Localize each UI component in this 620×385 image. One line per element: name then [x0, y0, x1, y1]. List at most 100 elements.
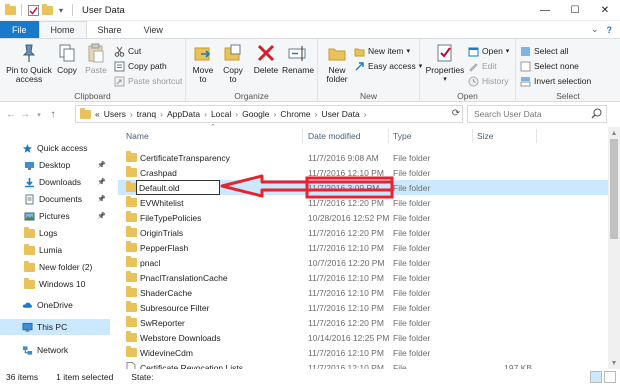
collapse-ribbon-icon[interactable]: ⌄: [591, 24, 599, 35]
file-row[interactable]: pnacl 10/7/2016 12:20 PM File folder: [118, 255, 608, 270]
file-name: SwReporter: [140, 317, 185, 328]
forward-arrow-icon[interactable]: →: [18, 109, 32, 120]
file-row[interactable]: Crashpad 11/7/2016 12:10 PM File folder: [118, 165, 608, 180]
folder-icon: [126, 150, 137, 165]
select-none-button[interactable]: Select none: [520, 59, 579, 73]
easy-access-button[interactable]: Easy access ▾: [354, 59, 422, 73]
back-arrow-icon[interactable]: ←: [4, 109, 18, 120]
pin-to-quick-access-button[interactable]: Pin to Quick access: [4, 42, 54, 84]
delete-button[interactable]: Delete: [252, 42, 280, 75]
file-name: Subresource Filter: [140, 302, 210, 313]
column-size[interactable]: Size: [477, 127, 494, 145]
dropdown-arrow-icon: ▾: [505, 48, 510, 55]
copy-path-icon: [114, 61, 125, 72]
breadcrumb-users[interactable]: Users: [104, 109, 126, 119]
history-button[interactable]: History: [468, 74, 508, 88]
close-button[interactable]: ✕: [590, 0, 620, 21]
customize-toolbar-icon[interactable]: ▾: [55, 4, 67, 16]
nav-item-label: Downloads: [39, 177, 82, 187]
new-folder-button[interactable]: New folder: [322, 42, 352, 84]
copy-path-button[interactable]: Copy path: [114, 59, 167, 73]
tab-view[interactable]: View: [133, 21, 174, 38]
navigation-pane: Quick access Desktop 📌 Downloads 📌 Documents 📌…: [0, 127, 112, 369]
vertical-scrollbar[interactable]: ▲ ▼: [608, 127, 620, 369]
nav-item-label: Windows 10: [39, 279, 86, 289]
large-icons-view-icon[interactable]: [604, 371, 616, 383]
breadcrumb-user-data[interactable]: User Data: [321, 109, 359, 119]
details-view-icon[interactable]: [590, 371, 602, 383]
minimize-button[interactable]: —: [530, 0, 560, 21]
file-row[interactable]: ShaderCache 11/7/2016 12:10 PM File folder: [118, 285, 608, 300]
column-type[interactable]: Type: [393, 127, 411, 145]
nav-item-onedrive[interactable]: OneDrive: [0, 297, 110, 313]
properties-button[interactable]: Properties ▾: [424, 42, 466, 84]
nav-item-label: Network: [37, 345, 69, 355]
breadcrumb-local[interactable]: Local: [211, 109, 231, 119]
search-input[interactable]: Search User Data: [467, 105, 607, 123]
nav-item-lumia[interactable]: Lumia: [0, 242, 110, 258]
new-item-button[interactable]: New item ▾: [354, 44, 410, 58]
breadcrumb-chrome[interactable]: Chrome: [280, 109, 310, 119]
file-row[interactable]: Webstore Downloads 10/14/2016 12:25 PM Fil…: [118, 330, 608, 345]
select-all-button[interactable]: Select all: [520, 44, 569, 58]
up-arrow-icon[interactable]: ↑: [46, 109, 60, 120]
nav-item-windows-10[interactable]: Windows 10: [0, 276, 110, 292]
help-icon[interactable]: ?: [607, 25, 613, 35]
nav-item-documents[interactable]: Documents 📌: [0, 191, 110, 207]
nav-item-desktop[interactable]: Desktop 📌: [0, 157, 110, 173]
breadcrumb-appdata[interactable]: AppData: [167, 109, 200, 119]
column-name[interactable]: Name: [126, 127, 149, 145]
nav-item-downloads[interactable]: Downloads 📌: [0, 174, 110, 190]
file-row[interactable]: Default.old 11/7/2016 3:09 PM File folder: [118, 180, 608, 195]
copy-label: Copy: [57, 65, 77, 75]
invert-selection-button[interactable]: Invert selection: [520, 74, 591, 88]
new-folder-quick-icon[interactable]: [41, 3, 53, 16]
tab-file[interactable]: File: [0, 21, 39, 38]
maximize-button[interactable]: ☐: [560, 0, 590, 21]
folder-icon: [126, 195, 137, 210]
scroll-down-icon[interactable]: ▼: [608, 357, 620, 369]
file-row[interactable]: SwReporter 11/7/2016 12:20 PM File folder: [118, 315, 608, 330]
copy-to-button[interactable]: Copy to: [220, 42, 246, 84]
file-row[interactable]: CertificateTransparency 11/7/2016 9:08 AM…: [118, 150, 608, 165]
cut-button[interactable]: Cut: [114, 44, 141, 58]
scroll-up-icon[interactable]: ▲: [608, 127, 620, 139]
rename-button[interactable]: Rename: [282, 42, 314, 75]
nav-item-pictures[interactable]: Pictures 📌: [0, 208, 110, 224]
nav-item-this-pc[interactable]: This PC: [0, 319, 110, 335]
file-type: File folder: [393, 227, 431, 238]
file-row[interactable]: PepperFlash 11/7/2016 12:10 PM File folder: [118, 240, 608, 255]
breadcrumb-google[interactable]: Google: [242, 109, 269, 119]
scrollbar-thumb[interactable]: [610, 139, 618, 239]
address-bar[interactable]: « Users › tranq › AppData › Local › Goog…: [75, 105, 463, 123]
file-row[interactable]: Subresource Filter 11/7/2016 12:10 PM File…: [118, 300, 608, 315]
breadcrumb-tranq[interactable]: tranq: [137, 109, 156, 119]
open-button[interactable]: Open ▾: [468, 44, 509, 58]
file-type: File folder: [393, 212, 431, 223]
nav-item-logs[interactable]: Logs: [0, 225, 110, 241]
file-row[interactable]: EVWhitelist 11/7/2016 12:20 PM File folder: [118, 195, 608, 210]
column-date-modified[interactable]: Date modified: [308, 127, 360, 145]
file-row[interactable]: WidevineCdm 11/7/2016 12:10 PM File folder: [118, 345, 608, 360]
file-row[interactable]: PnaclTranslationCache 11/7/2016 12:10 PM F…: [118, 270, 608, 285]
move-to-button[interactable]: Move to: [190, 42, 216, 84]
file-size: [478, 345, 532, 360]
paste-shortcut-button[interactable]: Paste shortcut: [114, 74, 182, 88]
tab-share[interactable]: Share: [87, 21, 133, 38]
paste-button[interactable]: Paste: [82, 42, 110, 75]
nav-item-new-folder-2[interactable]: New folder (2): [0, 259, 110, 275]
copy-button[interactable]: Copy: [54, 42, 80, 75]
refresh-icon[interactable]: ⟳: [449, 105, 463, 121]
breadcrumb-separator-icon: ›: [273, 109, 277, 119]
tab-home[interactable]: Home: [38, 21, 87, 38]
recent-locations-icon[interactable]: ▾: [32, 111, 46, 119]
nav-item-network[interactable]: Network: [0, 342, 110, 358]
rename-input[interactable]: Default.old: [136, 180, 220, 195]
properties-check-icon[interactable]: [27, 4, 39, 16]
file-row[interactable]: OriginTrials 11/7/2016 12:20 PM File folde…: [118, 225, 608, 240]
edit-button[interactable]: Edit: [468, 59, 497, 73]
nav-item-quick-access[interactable]: Quick access: [0, 140, 110, 156]
file-type: File folder: [393, 152, 431, 163]
file-row[interactable]: FileTypePolicies 10/28/2016 12:52 PM File …: [118, 210, 608, 225]
clipboard-group: Pin to Quick access Copy Paste Cut Copy …: [0, 39, 186, 103]
